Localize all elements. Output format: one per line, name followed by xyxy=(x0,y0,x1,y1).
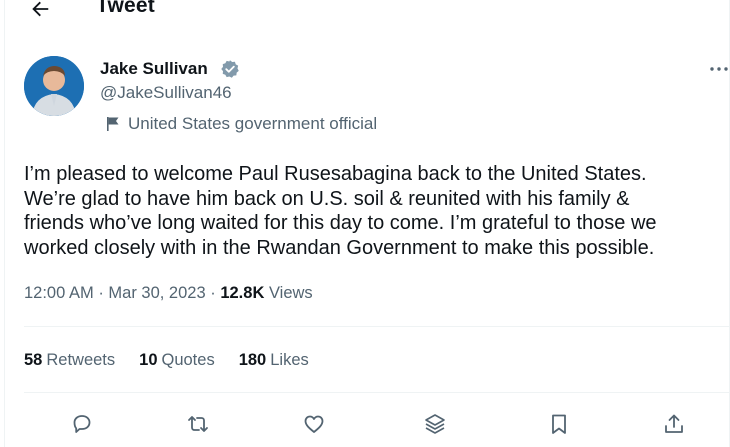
more-button[interactable] xyxy=(708,58,730,80)
retweet-icon xyxy=(188,416,208,432)
retweet-button[interactable] xyxy=(182,408,214,440)
reply-icon xyxy=(73,415,91,433)
bookmark-button[interactable] xyxy=(543,408,575,440)
like-button[interactable] xyxy=(298,408,330,440)
bookmark-icon xyxy=(552,414,566,434)
likes-label: Likes xyxy=(270,351,309,369)
share-button[interactable] xyxy=(658,408,690,440)
meta-separator-2: · xyxy=(210,284,216,302)
heart-icon xyxy=(304,415,324,433)
flag-icon xyxy=(107,117,119,131)
quotes-stat[interactable]: 10 Quotes xyxy=(139,351,215,370)
tweet-meta: 12:00 AM · Mar 30, 2023 · 12.8K Views xyxy=(24,284,313,303)
divider-top xyxy=(24,326,730,327)
tweet-text: I’m pleased to welcome Paul Rusesabagina… xyxy=(24,163,657,259)
verified-badge-icon xyxy=(220,59,240,79)
back-button[interactable] xyxy=(22,0,58,24)
government-label-text: United States government official xyxy=(128,114,378,133)
arrow-left-icon xyxy=(32,1,49,17)
author-name[interactable]: Jake Sullivan xyxy=(100,59,208,79)
meta-separator: · xyxy=(98,284,104,302)
tweet-time[interactable]: 12:00 AM xyxy=(24,284,94,302)
stack-button[interactable] xyxy=(419,408,451,440)
likes-stat[interactable]: 180 Likes xyxy=(239,351,309,370)
more-horizontal-icon xyxy=(710,67,728,71)
avatar[interactable] xyxy=(24,56,84,116)
layers-icon xyxy=(425,414,445,434)
divider-bottom xyxy=(24,392,730,393)
government-label[interactable]: United States government official xyxy=(106,114,377,134)
quotes-label: Quotes xyxy=(161,351,215,369)
avatar-portrait xyxy=(24,56,84,116)
tweet-date[interactable]: Mar 30, 2023 xyxy=(108,284,205,302)
views-label: Views xyxy=(268,284,313,302)
likes-count: 180 xyxy=(238,351,267,369)
tweet-header: Tweet xyxy=(0,0,730,30)
share-icon xyxy=(665,414,683,433)
views-count: 12.8K xyxy=(220,284,265,302)
retweets-count: 58 xyxy=(24,351,43,369)
tweet-stats: 58 Retweets 10 Quotes 180 Likes xyxy=(24,351,333,370)
column-border-left xyxy=(4,0,5,447)
page-title: Tweet xyxy=(96,0,155,17)
quotes-count: 10 xyxy=(139,351,158,369)
reply-button[interactable] xyxy=(66,408,98,440)
retweets-stat[interactable]: 58 Retweets xyxy=(24,351,115,370)
author-handle[interactable]: @JakeSullivan46 xyxy=(100,83,232,103)
retweets-label: Retweets xyxy=(46,351,116,369)
